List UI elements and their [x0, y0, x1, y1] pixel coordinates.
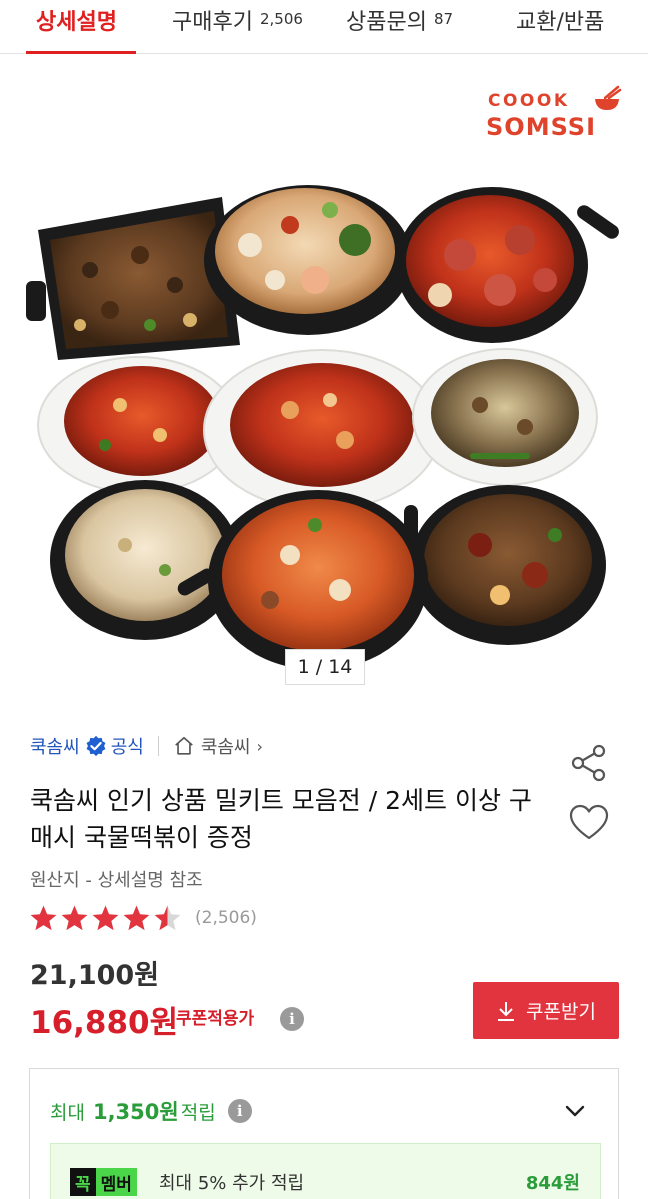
- rating-row[interactable]: (2,506): [28, 903, 257, 933]
- seller-row: 쿡솜씨 공식 쿡솜씨 ›: [30, 733, 263, 759]
- star-icon: [92, 905, 119, 931]
- tab-exchange-label: 교환/반품: [516, 10, 605, 35]
- star-icon: [30, 905, 57, 931]
- official-badge-label: 공식: [110, 737, 144, 758]
- tab-reviews-label: 구매후기: [172, 10, 253, 35]
- tab-inquiry[interactable]: 상품문의 87: [346, 0, 453, 54]
- store-link[interactable]: 쿡솜씨: [201, 733, 251, 759]
- tab-bar: 상세설명 구매후기 2,506 상품문의 87 교환/반품: [0, 0, 648, 54]
- tab-inquiry-label: 상품문의: [346, 10, 427, 35]
- points-amount: 1,350원: [92, 1100, 179, 1124]
- member-points: 844원: [525, 1173, 580, 1194]
- home-icon: [175, 736, 193, 755]
- tab-detail[interactable]: 상세설명: [36, 0, 117, 54]
- verified-badge-icon: [86, 735, 106, 757]
- chevron-right-icon: ›: [256, 736, 263, 756]
- original-price: 21,100원: [30, 960, 160, 991]
- star-icon: [154, 905, 181, 931]
- sale-price: 16,880원: [30, 1005, 179, 1041]
- star-icon: [123, 905, 150, 931]
- coupon-download-button[interactable]: 쿠폰받기: [473, 982, 619, 1039]
- share-icon[interactable]: [569, 743, 609, 783]
- seller-name[interactable]: 쿡솜씨: [30, 733, 80, 759]
- points-header: 최대 1,350원 적립 i: [50, 1096, 252, 1126]
- star-icon: [61, 905, 88, 931]
- download-icon: [498, 1001, 515, 1021]
- member-badge-part-a: 꼭: [70, 1168, 96, 1196]
- product-origin: 원산지 - 상세설명 참조: [30, 870, 203, 891]
- tab-inquiry-count: 87: [433, 10, 454, 28]
- food-collage-image: [26, 185, 619, 670]
- heart-icon[interactable]: [568, 803, 610, 843]
- active-tab-indicator: [26, 51, 136, 54]
- coupon-button-label: 쿠폰받기: [526, 1001, 596, 1023]
- chevron-down-icon[interactable]: [563, 1099, 587, 1123]
- coupon-price-label: 쿠폰적용가: [176, 1009, 255, 1029]
- member-badge: 꼭 멤버: [70, 1168, 137, 1196]
- product-title: 쿡솜씨 인기 상품 밀키트 모음전 / 2세트 이상 구매시 국물떡볶이 증정: [30, 786, 532, 852]
- tab-reviews[interactable]: 구매후기 2,506: [172, 0, 303, 54]
- product-image-gallery[interactable]: COOOK SOMSSI 1 / 14: [0, 55, 648, 700]
- tab-detail-label: 상세설명: [36, 10, 117, 35]
- star-rating: [28, 904, 183, 932]
- tab-exchange-return[interactable]: 교환/반품: [516, 0, 604, 54]
- info-icon[interactable]: i: [280, 1007, 304, 1031]
- points-panel[interactable]: 최대 1,350원 적립 i 꼭 멤버 최대 5% 추가 적립 844원: [29, 1068, 619, 1199]
- points-suffix: 적립: [180, 1101, 216, 1124]
- member-badge-part-b: 멤버: [95, 1168, 137, 1196]
- tab-reviews-count: 2,506: [259, 10, 303, 28]
- member-benefit-row: 꼭 멤버 최대 5% 추가 적립 844원: [50, 1143, 601, 1199]
- review-count: (2,506): [195, 908, 257, 928]
- member-benefit-text: 최대 5% 추가 적립: [159, 1173, 305, 1194]
- gallery-pager: 1 / 14: [285, 649, 365, 685]
- points-prefix: 최대: [50, 1101, 85, 1124]
- divider: [157, 736, 159, 756]
- points-info-icon[interactable]: i: [227, 1099, 252, 1123]
